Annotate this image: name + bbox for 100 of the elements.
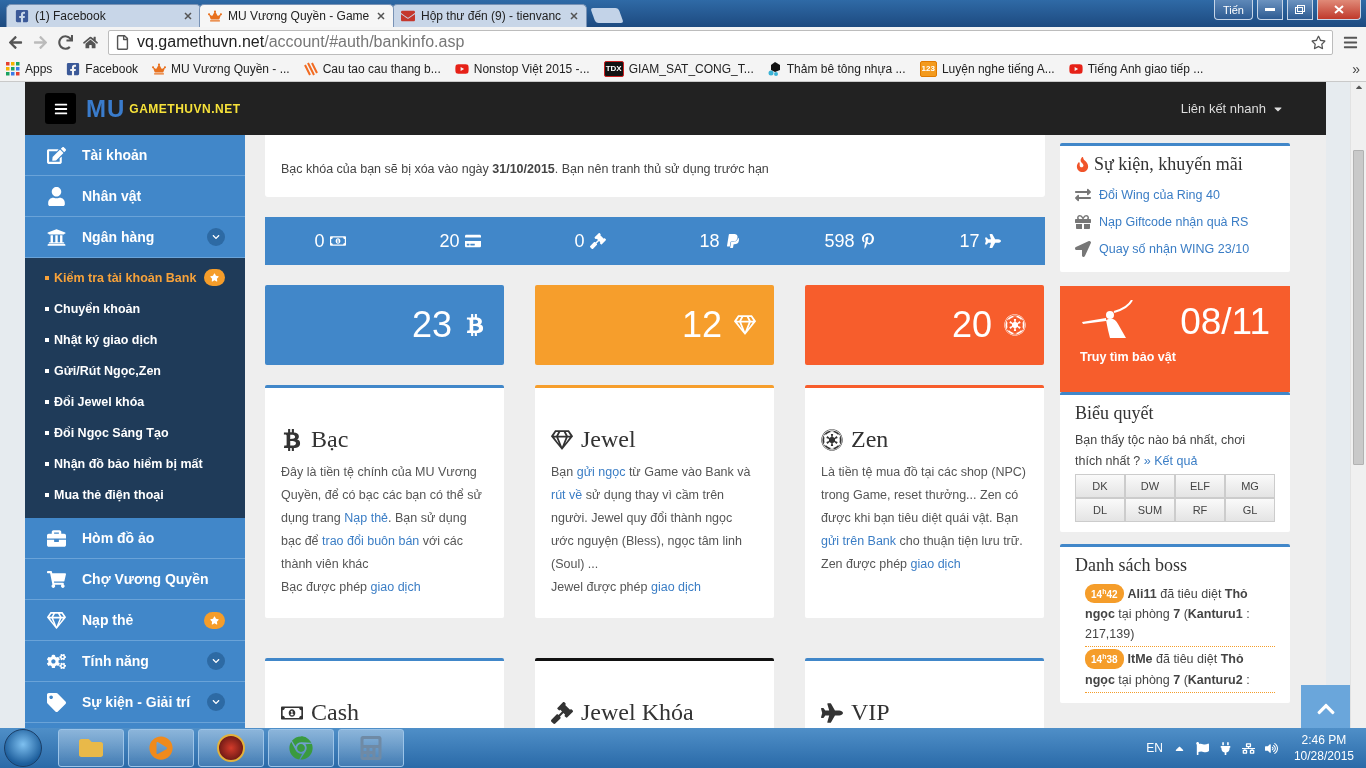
address-bar[interactable]: vq.gamethuvn.net/account/#auth/bankinfo.asp xyxy=(108,29,1333,55)
minimize-button[interactable] xyxy=(1257,0,1283,20)
sidebar-item[interactable]: Sự kiện - Giải trí xyxy=(25,682,245,723)
bullet-icon xyxy=(45,461,49,466)
close-icon[interactable] xyxy=(377,12,385,20)
vote-option-button[interactable]: DW xyxy=(1125,474,1175,498)
bookmark-item[interactable]: TDX GIAM_SAT_CONG_T... xyxy=(603,61,754,77)
bookmark-item[interactable]: Facebook xyxy=(66,62,139,76)
vote-option-button[interactable]: DL xyxy=(1075,498,1125,522)
plug-icon[interactable] xyxy=(1218,741,1232,755)
new-tab-button[interactable] xyxy=(590,8,624,23)
stat-value: 18 xyxy=(699,230,720,252)
close-icon[interactable] xyxy=(184,12,192,20)
play-icon xyxy=(1068,62,1083,76)
volume-icon[interactable] xyxy=(1264,741,1278,755)
diamond-icon xyxy=(47,610,66,630)
bookmark-star-icon[interactable] xyxy=(1311,34,1326,50)
menu-button[interactable] xyxy=(45,93,76,124)
network-icon[interactable] xyxy=(1241,741,1255,755)
more-bookmarks-button[interactable]: » xyxy=(1352,61,1360,77)
text-link[interactable]: rút về xyxy=(551,488,583,502)
reload-icon[interactable] xyxy=(58,34,73,50)
text-link[interactable]: gửi trên Bank xyxy=(821,534,897,548)
submenu-item[interactable]: Nhận đồ bảo hiểm bị mất xyxy=(25,448,245,479)
balance-value: 23 xyxy=(411,304,452,346)
vote-option-button[interactable]: ELF xyxy=(1175,474,1225,498)
restore-button[interactable] xyxy=(1287,0,1313,20)
gears-icon xyxy=(47,651,66,671)
close-icon[interactable] xyxy=(570,12,578,20)
card-title: Jewel xyxy=(581,426,636,453)
browser-tab[interactable]: Hộp thư đến (9) - tienvanc xyxy=(392,4,587,27)
back-arrow-icon[interactable] xyxy=(8,34,23,50)
text-link[interactable]: trao đổi buôn bán xyxy=(322,534,420,548)
card-text: Đây là tiền tệ chính của MU Vương Quyền, để có bạc các bạn có thể sử dụng trang Nạp thẻ. Bạn sử dụng bạc để trao đổi buôn bán với các thành viên khác xyxy=(281,464,483,573)
card-text: Bạc được phép giao dịch xyxy=(281,579,422,596)
start-button[interactable] xyxy=(4,729,42,767)
submenu-item[interactable]: Nhật ký giao dịch xyxy=(25,324,245,355)
browser-tab[interactable]: MU Vương Quyền - Game xyxy=(199,4,394,27)
bookmark-item[interactable]: Tiếng Anh giao tiếp ... xyxy=(1068,62,1204,76)
panel-title: Biểu quyết xyxy=(1075,403,1155,424)
submenu-item[interactable]: Đổi Ngọc Sáng Tạo xyxy=(25,417,245,448)
text-link[interactable]: giao dịch xyxy=(370,580,421,594)
menu-icon[interactable] xyxy=(1343,34,1358,50)
sidebar-item[interactable]: Tính năng xyxy=(25,641,245,682)
tag-icon xyxy=(47,692,66,712)
bookmark-item[interactable]: Cau tao cau thang b... xyxy=(303,62,441,76)
sidebar-item[interactable]: Tài khoản xyxy=(25,135,245,176)
vote-option-button[interactable]: RF xyxy=(1175,498,1225,522)
text-link[interactable]: gửi ngọc xyxy=(576,465,626,479)
results-link[interactable]: » Kết quả xyxy=(1143,454,1198,468)
home-icon[interactable] xyxy=(83,34,98,50)
sidebar-item[interactable]: Hòm đồ ảo xyxy=(25,518,245,559)
gavel-icon xyxy=(589,233,606,249)
submenu-item[interactable]: Mua thẻ điện thoại xyxy=(25,479,245,510)
submenu-item[interactable]: Gửi/Rút Ngọc,Zen xyxy=(25,355,245,386)
scrollbar-thumb[interactable] xyxy=(1353,150,1364,465)
sidebar-item[interactable]: Chợ Vương Quyền xyxy=(25,559,245,600)
bookmark-item[interactable]: Thảm bê tông nhựa ... xyxy=(767,62,906,76)
vote-option-button[interactable]: GL xyxy=(1225,498,1275,522)
stat-value: 17 xyxy=(959,230,980,252)
bookmark-item[interactable]: MU Vương Quyền - ... xyxy=(152,62,290,76)
tab-title: MU Vương Quyền - Game xyxy=(228,9,371,23)
bitcoin-icon xyxy=(281,428,303,451)
sidebar-item[interactable]: Nạp thẻ xyxy=(25,600,245,641)
quick-links-menu[interactable]: Liên kết nhanh xyxy=(1180,101,1284,116)
text-link[interactable]: giao dịch xyxy=(650,580,701,594)
submenu-item[interactable]: Kiểm tra tài khoản Bank xyxy=(25,262,245,293)
vote-option-button[interactable]: MG xyxy=(1225,474,1275,498)
event-link[interactable]: Nạp Giftcode nhận quà RS xyxy=(1075,208,1275,235)
stat-value: 598 xyxy=(824,230,855,252)
plane-icon xyxy=(821,701,843,724)
profile-button[interactable]: Tiến xyxy=(1214,0,1253,20)
scroll-to-top-button[interactable] xyxy=(1301,685,1350,728)
language-indicator[interactable]: EN xyxy=(1146,741,1163,755)
text-link[interactable]: Nạp thẻ xyxy=(344,511,389,525)
logo-mark: MU xyxy=(86,94,126,123)
event-link[interactable]: Quay số nhận WING 23/10 xyxy=(1075,235,1275,262)
scrollbar[interactable] xyxy=(1350,82,1366,728)
bookmark-item[interactable]: Apps xyxy=(6,62,53,76)
diamond-icon xyxy=(734,314,756,336)
text-link[interactable]: giao dịch xyxy=(910,557,961,571)
browser-tab[interactable]: (1) Facebook xyxy=(6,4,201,27)
vote-option-button[interactable]: DK xyxy=(1075,474,1125,498)
taskbar-app-button[interactable] xyxy=(198,729,264,767)
card-title: Cash xyxy=(311,699,359,726)
flag-icon[interactable] xyxy=(1195,741,1209,755)
close-button[interactable] xyxy=(1317,0,1361,20)
vote-option-button[interactable]: SUM xyxy=(1125,498,1175,522)
hexagon-icon xyxy=(767,62,782,76)
bookmark-item[interactable]: Nonstop Việt 2015 -... xyxy=(454,62,590,76)
submenu-item[interactable]: Chuyển khoản xyxy=(25,293,245,324)
menu-icon xyxy=(53,101,68,116)
chevron-down-icon xyxy=(207,693,225,711)
card-title: Zen xyxy=(851,426,889,453)
sidebar-item[interactable]: Nhân vật xyxy=(25,176,245,217)
submenu-item[interactable]: Đổi Jewel khóa xyxy=(25,386,245,417)
bookmark-item[interactable]: 123 Luyện nghe tiếng A... xyxy=(919,61,1055,77)
clock[interactable]: 2:46 PM 10/28/2015 xyxy=(1293,732,1354,764)
boss-entry: 14$^{h}$38 ItMe đã tiêu diệt Thỏ ngọc tại phòng 7 (Kanturu2 : xyxy=(1085,647,1275,693)
event-link[interactable]: Đổi Wing của Ring 40 xyxy=(1075,181,1275,208)
